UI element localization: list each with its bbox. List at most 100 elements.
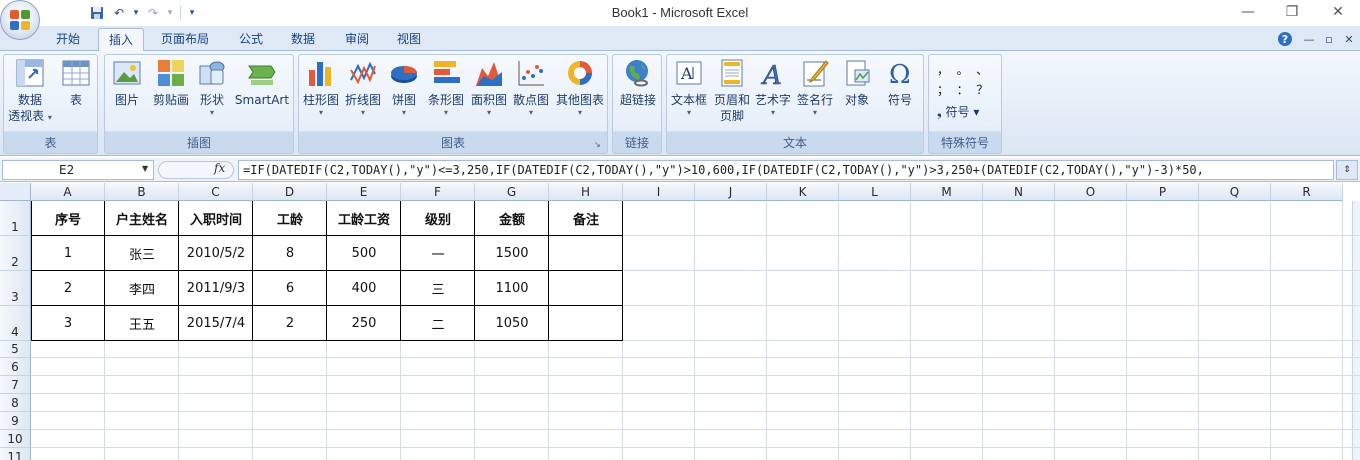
office-button[interactable]	[0, 0, 40, 40]
column-header-k[interactable]: K	[767, 183, 839, 201]
column-header-j[interactable]: J	[695, 183, 767, 201]
table-cell[interactable]: 2	[253, 306, 327, 341]
select-all-button[interactable]	[0, 183, 31, 201]
wordart-button[interactable]: A 艺术字 ▾	[753, 57, 793, 118]
tab-formulas[interactable]: 公式	[229, 28, 273, 51]
row-header-6[interactable]: 6	[0, 358, 31, 376]
row-header-1[interactable]: 1	[0, 201, 31, 236]
area-chart-button[interactable]: 面积图 ▾	[469, 57, 509, 118]
table-cell[interactable]: 1	[31, 236, 105, 271]
column-header-f[interactable]: F	[401, 183, 475, 201]
table-cell[interactable]: 1100	[475, 271, 549, 306]
expand-formula-bar-icon[interactable]: ⇕	[1336, 160, 1358, 180]
bar-chart-button[interactable]: 条形图 ▾	[425, 57, 467, 118]
table-button[interactable]: 表	[56, 57, 96, 108]
column-header-p[interactable]: P	[1127, 183, 1199, 201]
column-header-r[interactable]: R	[1271, 183, 1343, 201]
table-cell[interactable]: 张三	[105, 236, 179, 271]
table-cell[interactable]	[549, 236, 623, 271]
restore-button[interactable]: ❐	[1277, 2, 1307, 22]
table-cell[interactable]: 1050	[475, 306, 549, 341]
column-title-cell[interactable]: 备注	[549, 201, 623, 236]
name-box[interactable]: E2	[2, 160, 154, 180]
workbook-minimize-button[interactable]: —	[1300, 30, 1318, 48]
tab-home[interactable]: 开始	[46, 28, 90, 51]
column-header-e[interactable]: E	[327, 183, 401, 201]
picture-button[interactable]: 图片	[109, 57, 145, 108]
column-header-l[interactable]: L	[839, 183, 911, 201]
clipart-button[interactable]: 剪贴画	[149, 57, 193, 108]
table-cell[interactable]: 6	[253, 271, 327, 306]
charts-dialog-launcher-icon[interactable]: ↘	[594, 140, 604, 150]
column-title-cell[interactable]: 工龄工资	[327, 201, 401, 236]
close-button[interactable]: ✕	[1323, 2, 1353, 22]
column-title-cell[interactable]: 工龄	[253, 201, 327, 236]
table-cell[interactable]: 400	[327, 271, 401, 306]
workbook-close-button[interactable]: ✕	[1340, 30, 1358, 48]
column-header-i[interactable]: I	[623, 183, 695, 201]
symbol-button[interactable]: Ω 符号	[881, 57, 919, 108]
column-header-d[interactable]: D	[253, 183, 327, 201]
table-cell[interactable]: 2010/5/2	[179, 236, 253, 271]
minimize-button[interactable]: —	[1233, 2, 1263, 22]
name-box-dropdown-icon[interactable]: ▼	[142, 164, 148, 173]
column-header-c[interactable]: C	[179, 183, 253, 201]
column-title-cell[interactable]: 户主姓名	[105, 201, 179, 236]
column-title-cell[interactable]: 级别	[401, 201, 475, 236]
column-title-cell[interactable]: 序号	[31, 201, 105, 236]
column-header-a[interactable]: A	[31, 183, 105, 201]
table-cell[interactable]: 李四	[105, 271, 179, 306]
row-header-4[interactable]: 4	[0, 306, 31, 341]
table-cell[interactable]: 三	[401, 271, 475, 306]
signature-line-button[interactable]: 签名行 ▾	[795, 57, 835, 118]
tab-view[interactable]: 视图	[387, 28, 431, 51]
table-cell[interactable]: 500	[327, 236, 401, 271]
table-cell[interactable]: 8	[253, 236, 327, 271]
row-header-2[interactable]: 2	[0, 236, 31, 271]
object-button[interactable]: 对象	[839, 57, 875, 108]
scatter-chart-button[interactable]: 散点图 ▾	[511, 57, 551, 118]
tab-page-layout[interactable]: 页面布局	[151, 28, 219, 51]
column-header-m[interactable]: M	[911, 183, 983, 201]
column-title-cell[interactable]: 入职时间	[179, 201, 253, 236]
column-header-h[interactable]: H	[549, 183, 623, 201]
column-header-q[interactable]: Q	[1199, 183, 1271, 201]
row-header-5[interactable]: 5	[0, 341, 31, 358]
table-cell[interactable]: 3	[31, 306, 105, 341]
row-header-9[interactable]: 9	[0, 412, 31, 430]
table-cell[interactable]: 2	[31, 271, 105, 306]
vertical-scrollbar[interactable]	[1352, 201, 1360, 460]
column-header-b[interactable]: B	[105, 183, 179, 201]
line-chart-button[interactable]: 折线图 ▾	[343, 57, 383, 118]
column-header-n[interactable]: N	[983, 183, 1055, 201]
tab-review[interactable]: 审阅	[335, 28, 379, 51]
column-header-g[interactable]: G	[475, 183, 549, 201]
pie-chart-button[interactable]: 饼图 ▾	[387, 57, 421, 118]
table-cell[interactable]: 一	[401, 236, 475, 271]
pivot-table-button[interactable]: 数据 透视表 ▾	[6, 57, 54, 124]
tab-insert[interactable]: 插入	[98, 28, 145, 52]
tab-data[interactable]: 数据	[281, 28, 325, 51]
row-header-8[interactable]: 8	[0, 394, 31, 412]
table-cell[interactable]: 二	[401, 306, 475, 341]
row-header-11[interactable]: 11	[0, 448, 31, 460]
formula-input[interactable]: =IF(DATEDIF(C2,TODAY(),"y")<=3,250,IF(DA…	[238, 160, 1334, 180]
shapes-button[interactable]: 形状 ▾	[195, 57, 229, 118]
insert-function-icon[interactable]: fx	[214, 161, 225, 175]
table-cell[interactable]	[549, 271, 623, 306]
table-cell[interactable]	[549, 306, 623, 341]
special-symbols-row-1[interactable]: ， 。 、	[937, 61, 988, 78]
special-symbols-row-2[interactable]: ； ： ？	[937, 81, 988, 98]
workbook-restore-button[interactable]: ▫	[1320, 30, 1338, 48]
help-icon[interactable]: ?	[1278, 32, 1292, 46]
row-header-7[interactable]: 7	[0, 376, 31, 394]
smartart-button[interactable]: SmartArt	[233, 57, 291, 108]
other-charts-button[interactable]: 其他图表 ▾	[553, 57, 607, 118]
hyperlink-button[interactable]: 超链接	[615, 57, 661, 108]
column-header-o[interactable]: O	[1055, 183, 1127, 201]
textbox-button[interactable]: A 文本框 ▾	[669, 57, 709, 118]
row-header-3[interactable]: 3	[0, 271, 31, 306]
table-cell[interactable]: 王五	[105, 306, 179, 341]
table-cell[interactable]: 250	[327, 306, 401, 341]
header-footer-button[interactable]: 页眉和 页脚	[711, 57, 753, 124]
